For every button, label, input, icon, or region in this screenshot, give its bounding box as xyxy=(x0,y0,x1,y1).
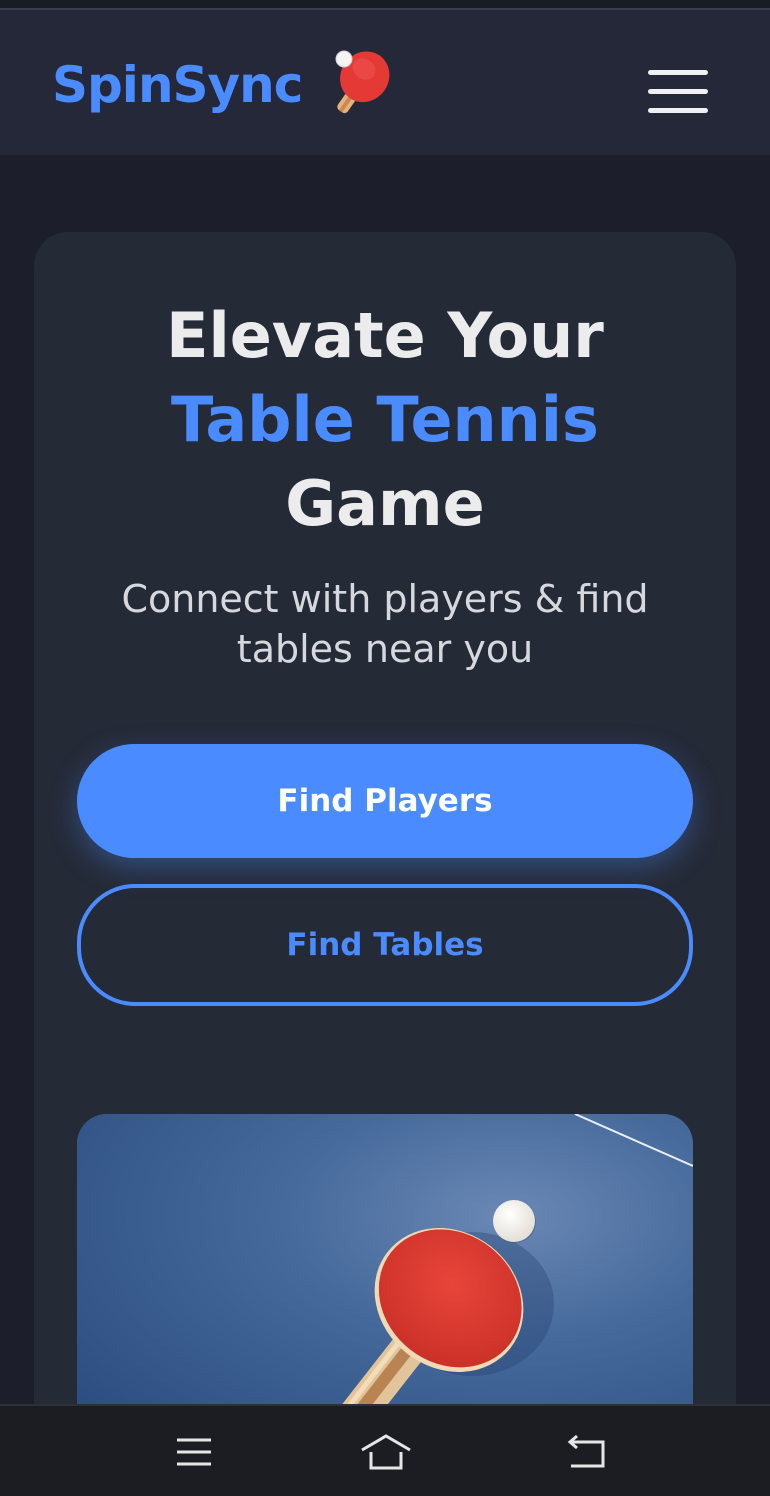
menu-line xyxy=(648,88,708,94)
app-header: SpinSync xyxy=(0,10,770,155)
hero-title-accent-text: Table Tennis xyxy=(171,383,599,456)
ping-pong-paddle-and-ball-photo xyxy=(77,1114,693,1452)
hero-title-line3: Game xyxy=(285,467,485,540)
hero-title-accent: Table Tennis xyxy=(171,378,599,462)
hamburger-menu-button[interactable] xyxy=(644,62,712,120)
hero-image xyxy=(77,1114,693,1452)
back-icon[interactable] xyxy=(563,1428,615,1476)
system-navigation-bar xyxy=(0,1404,770,1496)
brand-logo[interactable]: SpinSync xyxy=(52,50,394,120)
hero-subtitle: Connect with players & find tables near … xyxy=(121,577,649,671)
find-players-button[interactable]: Find Players xyxy=(77,744,693,858)
brand-name: SpinSync xyxy=(52,56,303,114)
hero-title-line1: Elevate Your xyxy=(166,299,604,372)
hero-title: Elevate Your Table Tennis Game xyxy=(34,294,736,546)
menu-line xyxy=(648,107,708,113)
ping-pong-paddle-icon xyxy=(335,50,390,114)
status-bar xyxy=(0,0,770,10)
find-tables-button[interactable]: Find Tables xyxy=(77,884,693,1006)
home-icon[interactable] xyxy=(358,1428,411,1476)
recent-apps-icon[interactable] xyxy=(167,1428,219,1476)
hero-card: Elevate Your Table Tennis Game Connect w… xyxy=(34,232,736,1452)
menu-line xyxy=(648,69,708,75)
